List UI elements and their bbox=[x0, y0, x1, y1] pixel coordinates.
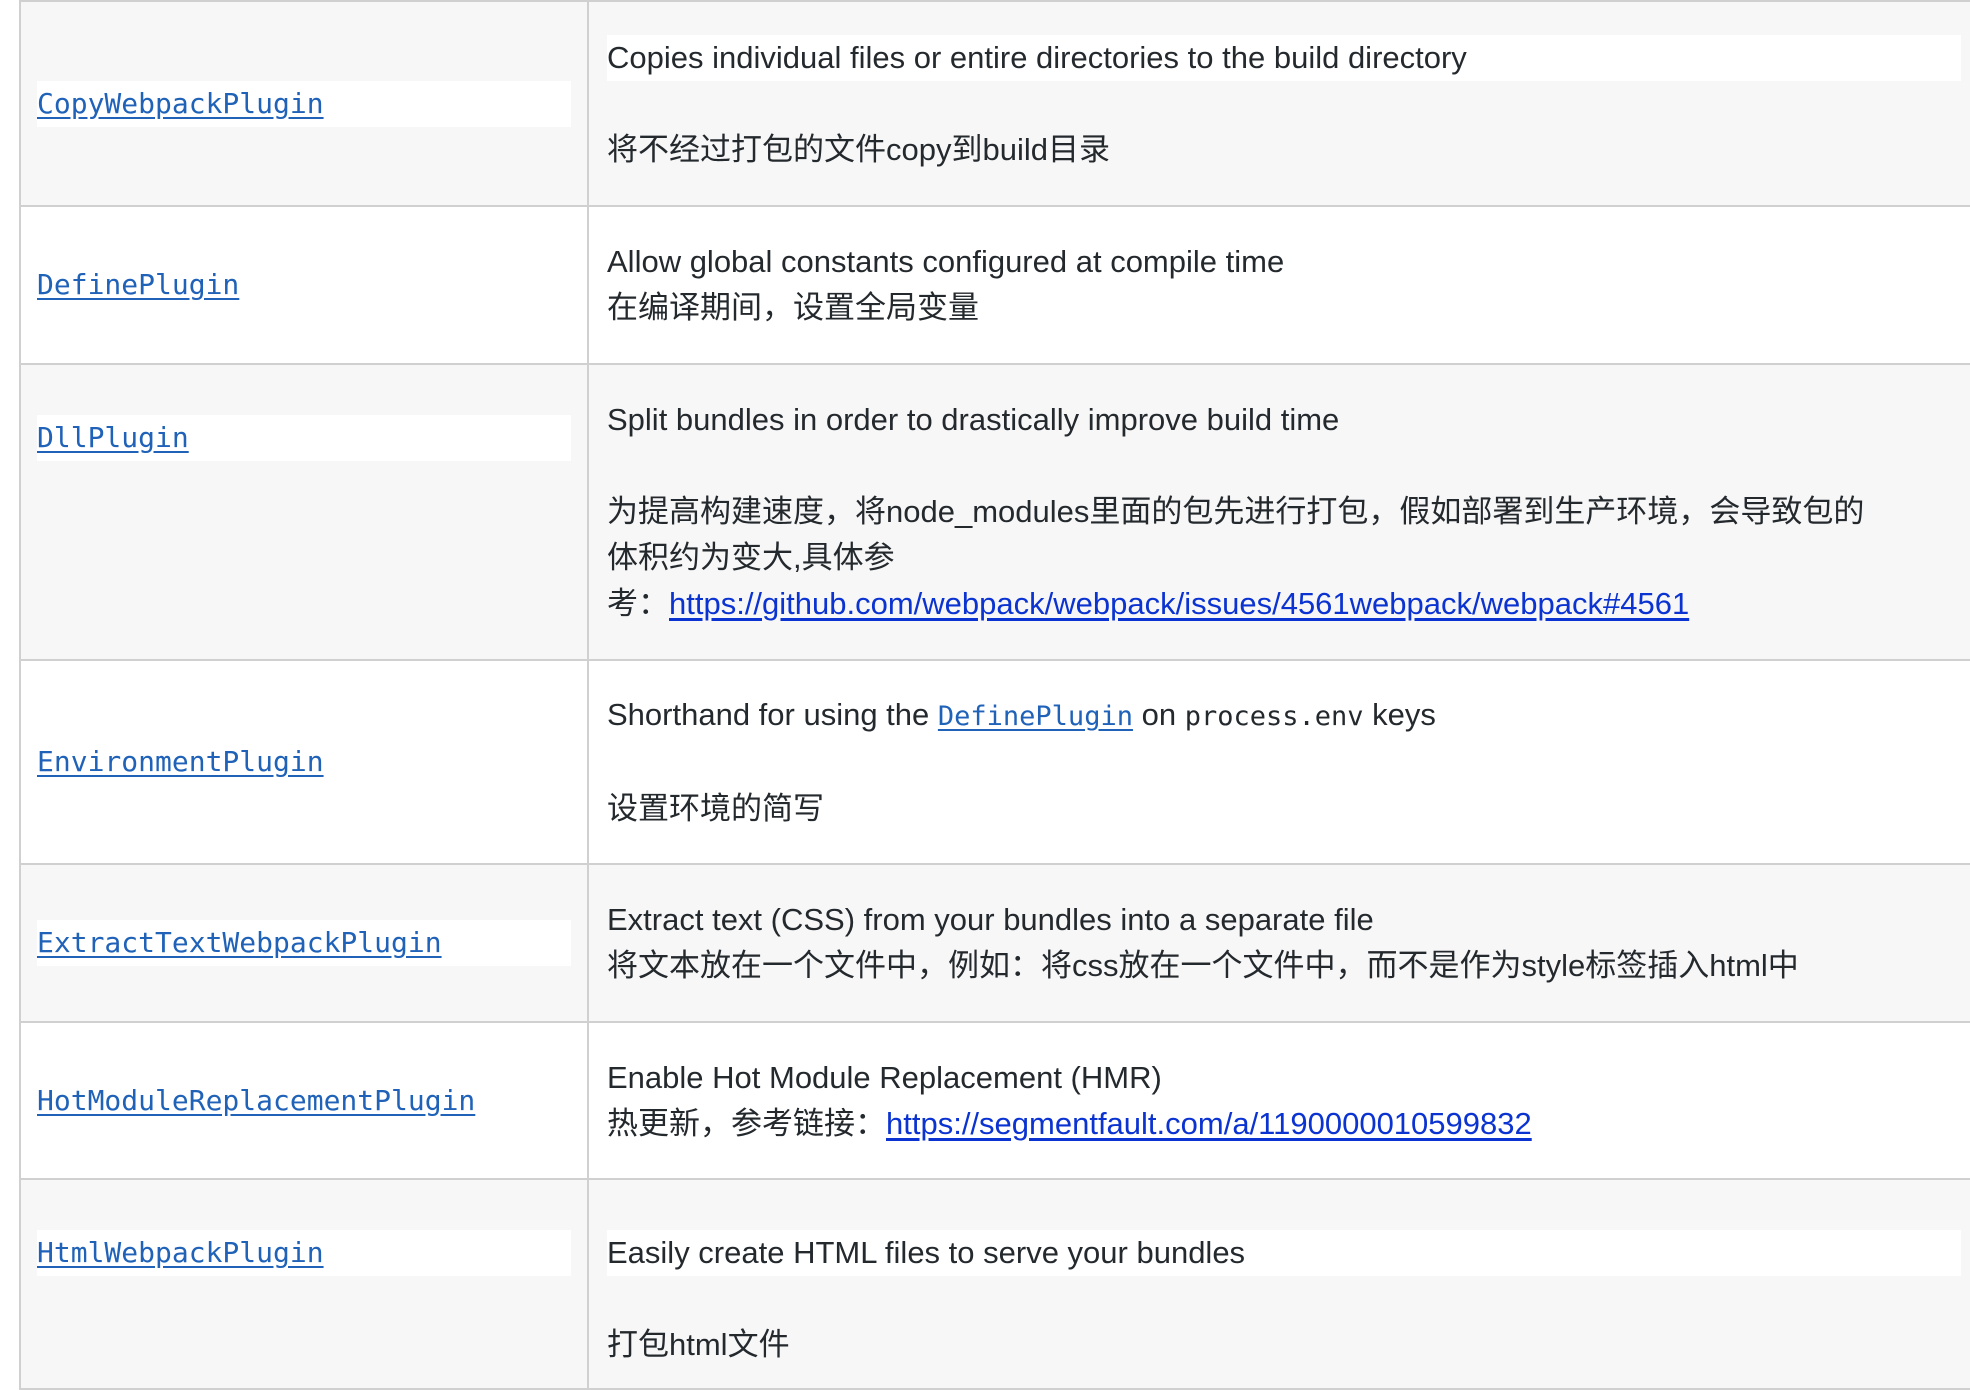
plugin-name-cell: HtmlWebpackPlugin bbox=[19, 1180, 589, 1388]
ref-prefix: 考： bbox=[607, 586, 669, 621]
description-cn-ref: 考：https://github.com/webpack/webpack/iss… bbox=[607, 581, 1961, 627]
plugins-table: CopyWebpackPlugin Copies individual file… bbox=[19, 0, 1970, 1390]
description-en: Split bundles in order to drastically im… bbox=[607, 402, 1340, 437]
plugin-name-cell: EnvironmentPlugin bbox=[19, 661, 589, 863]
extracttextwebpackplugin-link[interactable]: ExtractTextWebpackPlugin bbox=[37, 920, 571, 966]
description-cn: 将不经过打包的文件copy到build目录 bbox=[607, 131, 1110, 167]
description-en: Extract text (CSS) from your bundles int… bbox=[607, 902, 1374, 937]
en-prefix: Shorthand for using the bbox=[607, 697, 938, 732]
description-cn: 将文本放在一个文件中，例如：将css放在一个文件中，而不是作为style标签插入… bbox=[607, 948, 1799, 983]
table-row: ExtractTextWebpackPlugin Extract text (C… bbox=[19, 865, 1970, 1023]
plugin-name-cell: ExtractTextWebpackPlugin bbox=[19, 865, 589, 1021]
plugin-name-cell: DefinePlugin bbox=[19, 207, 589, 363]
defineplugin-inline-link[interactable]: DefinePlugin bbox=[938, 701, 1133, 732]
description-cn: 打包html文件 bbox=[607, 1327, 790, 1362]
plugin-name-cell: CopyWebpackPlugin bbox=[19, 2, 589, 205]
dllplugin-link[interactable]: DllPlugin bbox=[37, 415, 571, 461]
segmentfault-link[interactable]: https://segmentfault.com/a/1190000010599… bbox=[886, 1106, 1532, 1141]
description-cn: 在编译期间，设置全局变量 bbox=[607, 290, 979, 325]
description-cn: 设置环境的简写 bbox=[607, 791, 824, 826]
en-suffix: keys bbox=[1363, 697, 1436, 732]
environmentplugin-link[interactable]: EnvironmentPlugin bbox=[37, 739, 571, 785]
table-row: EnvironmentPlugin Shorthand for using th… bbox=[19, 661, 1970, 865]
description-cn: 热更新，参考链接：https://segmentfault.com/a/1190… bbox=[607, 1101, 1961, 1147]
plugin-description-cell: Enable Hot Module Replacement (HMR) 热更新，… bbox=[589, 1023, 1970, 1178]
description-cn-line1: 为提高构建速度，将node_modules里面的包先进行打包，假如部署到生产环境… bbox=[607, 494, 1865, 529]
description-en: Allow global constants configured at com… bbox=[607, 244, 1285, 279]
table-row: DllPlugin Split bundles in order to dras… bbox=[19, 365, 1970, 661]
plugin-description-cell: Easily create HTML files to serve your b… bbox=[589, 1180, 1970, 1388]
process-env-code: process.env bbox=[1184, 701, 1364, 732]
plugin-description-cell: Split bundles in order to drastically im… bbox=[589, 365, 1970, 659]
plugin-name-cell: DllPlugin bbox=[19, 365, 589, 659]
description-cn-line2: 体积约为变大,具体参 bbox=[607, 540, 895, 575]
description-en: Easily create HTML files to serve your b… bbox=[607, 1230, 1961, 1276]
description-en: Shorthand for using the DefinePlugin on … bbox=[607, 692, 1961, 740]
description-en: Copies individual files or entire direct… bbox=[607, 34, 1961, 81]
en-mid: on bbox=[1132, 697, 1185, 732]
plugin-description-cell: Copies individual files or entire direct… bbox=[589, 2, 1970, 205]
plugin-description-cell: Extract text (CSS) from your bundles int… bbox=[589, 865, 1970, 1021]
table-row: HtmlWebpackPlugin Easily create HTML fil… bbox=[19, 1180, 1970, 1390]
defineplugin-link[interactable]: DefinePlugin bbox=[37, 262, 571, 308]
plugin-description-cell: Allow global constants configured at com… bbox=[589, 207, 1970, 363]
plugin-description-cell: Shorthand for using the DefinePlugin on … bbox=[589, 661, 1970, 863]
description-en: Enable Hot Module Replacement (HMR) bbox=[607, 1059, 1162, 1095]
table-row: DefinePlugin Allow global constants conf… bbox=[19, 207, 1970, 365]
htmlwebpackplugin-link[interactable]: HtmlWebpackPlugin bbox=[37, 1230, 571, 1276]
table-row: CopyWebpackPlugin Copies individual file… bbox=[19, 2, 1970, 207]
github-issue-link[interactable]: https://github.com/webpack/webpack/issue… bbox=[669, 586, 1689, 621]
plugin-name-cell: HotModuleReplacementPlugin bbox=[19, 1023, 589, 1178]
copywebpackplugin-link[interactable]: CopyWebpackPlugin bbox=[37, 80, 571, 127]
ref-prefix: 热更新，参考链接： bbox=[607, 1105, 886, 1141]
hotmodulereplacementplugin-link[interactable]: HotModuleReplacementPlugin bbox=[37, 1078, 571, 1124]
table-row: HotModuleReplacementPlugin Enable Hot Mo… bbox=[19, 1023, 1970, 1180]
